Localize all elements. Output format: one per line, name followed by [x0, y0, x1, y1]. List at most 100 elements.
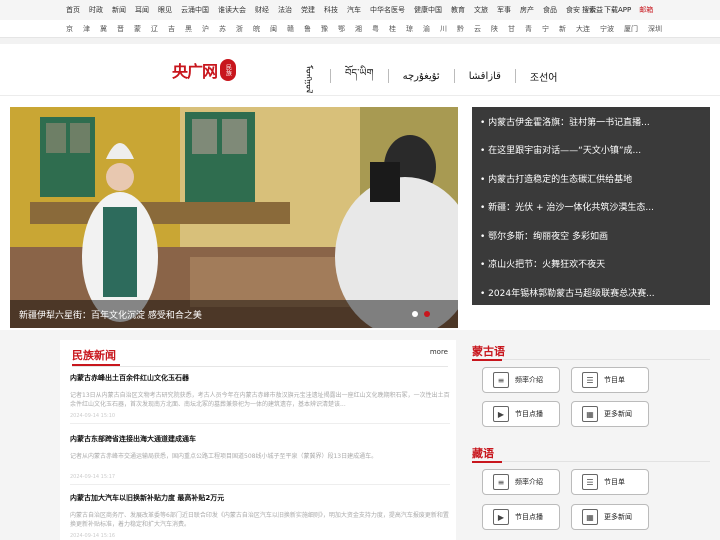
- region-nav-link[interactable]: 吉: [168, 24, 175, 34]
- top-nav-link[interactable]: 科技: [324, 5, 338, 15]
- tibetan-schedule-button[interactable]: ☰ 节目单: [571, 469, 649, 495]
- headline-item[interactable]: • 在这里跟宇宙对话——“天文小镇”成...: [480, 143, 702, 156]
- mongolian-on-demand-button[interactable]: ▶ 节目点播: [482, 401, 560, 427]
- region-nav-link[interactable]: 皖: [253, 24, 260, 34]
- top-nav-link[interactable]: 健康中国: [414, 5, 442, 15]
- headline-item[interactable]: • 新疆：光伏 + 治沙一体化共筑沙漠生态...: [480, 200, 702, 213]
- top-nav-link[interactable]: 时政: [89, 5, 103, 15]
- sliders-icon: ≡: [493, 474, 509, 490]
- region-nav-link[interactable]: 沪: [202, 24, 209, 34]
- top-nav-link[interactable]: 谁读大会: [218, 5, 246, 15]
- region-nav-link[interactable]: 宁: [542, 24, 549, 34]
- tibetan-frequency-button[interactable]: ≡ 频率介绍: [482, 469, 560, 495]
- news-article-title[interactable]: 内蒙古东部跨省连接出海大通道建成通车: [70, 434, 450, 444]
- news-article-title[interactable]: 内蒙古加大汽车以旧换新补贴力度 最高补贴2万元: [70, 493, 450, 503]
- carousel-dot-1[interactable]: [412, 311, 418, 317]
- button-label: 节目点播: [515, 410, 543, 418]
- mongolian-more-news-button[interactable]: ▦ 更多新闻: [571, 401, 649, 427]
- region-nav-link[interactable]: 云: [474, 24, 481, 34]
- headline-list: • 内蒙古伊金霍洛旗：驻村第一书记直播... • 在这里跟宇宙对话——“天文小镇…: [472, 107, 710, 305]
- region-nav-link[interactable]: 豫: [321, 24, 328, 34]
- top-nav-right: 搜索 下载APP 邮箱: [582, 5, 653, 15]
- hero-caption[interactable]: 新疆伊犁六星街：百年文化沉淀 感受和合之美: [19, 308, 202, 321]
- hero-image: [10, 107, 458, 328]
- mongolian-frequency-button[interactable]: ≡ 频率介绍: [482, 367, 560, 393]
- region-nav-link[interactable]: 湘: [355, 24, 362, 34]
- region-nav-link[interactable]: 苏: [219, 24, 226, 34]
- panel-divider: [472, 359, 710, 360]
- region-nav-link[interactable]: 桂: [389, 24, 396, 34]
- region-nav-link[interactable]: 厦门: [624, 24, 638, 34]
- region-nav-link[interactable]: 津: [83, 24, 90, 34]
- region-nav-link[interactable]: 闽: [270, 24, 277, 34]
- top-nav-link[interactable]: 耳闻: [135, 5, 149, 15]
- top-nav-link[interactable]: 党建: [301, 5, 315, 15]
- top-nav-link[interactable]: 汽车: [347, 5, 361, 15]
- headline-item[interactable]: • 凉山火把节：火舞狂欢不夜天: [480, 257, 702, 270]
- carousel-dot-2[interactable]: [424, 311, 430, 317]
- top-nav-link[interactable]: 中华名医号: [370, 5, 405, 15]
- region-nav-link[interactable]: 赣: [287, 24, 294, 34]
- mail-link[interactable]: 邮箱: [639, 5, 653, 15]
- region-nav-link[interactable]: 青: [525, 24, 532, 34]
- region-nav-link[interactable]: 黑: [185, 24, 192, 34]
- region-nav-link[interactable]: 宁波: [600, 24, 614, 34]
- region-nav-link[interactable]: 冀: [100, 24, 107, 34]
- mongolian-schedule-button[interactable]: ☰ 节目单: [571, 367, 649, 393]
- region-nav-link[interactable]: 陕: [491, 24, 498, 34]
- region-nav-link[interactable]: 川: [440, 24, 447, 34]
- lang-tibetan[interactable]: བོད་ཡིག: [345, 62, 374, 90]
- headline-item[interactable]: • 内蒙古伊金霍洛旗：驻村第一书记直播...: [480, 115, 702, 128]
- region-nav-link[interactable]: 琼: [406, 24, 413, 34]
- region-nav-link[interactable]: 鄂: [338, 24, 345, 34]
- top-nav-link[interactable]: 首页: [66, 5, 80, 15]
- region-nav-link[interactable]: 蒙: [134, 24, 141, 34]
- hero-carousel[interactable]: 新疆伊犁六星街：百年文化沉淀 感受和合之美: [10, 107, 458, 328]
- region-nav-link[interactable]: 粤: [372, 24, 379, 34]
- region-nav-link[interactable]: 浙: [236, 24, 243, 34]
- top-nav-link[interactable]: 文旅: [474, 5, 488, 15]
- search-link[interactable]: 搜索: [582, 5, 596, 15]
- button-label: 更多新闻: [604, 513, 632, 521]
- button-label: 节目点播: [515, 513, 543, 521]
- lang-uyghur[interactable]: ئۇيغۇرچە: [403, 71, 440, 82]
- region-nav-link[interactable]: 京: [66, 24, 73, 34]
- news-more-link[interactable]: more: [430, 348, 448, 356]
- region-nav-link[interactable]: 晋: [117, 24, 124, 34]
- region-nav-link[interactable]: 鲁: [304, 24, 311, 34]
- top-nav-link[interactable]: 食品: [543, 5, 557, 15]
- lang-kazakh[interactable]: قازاقشا: [469, 71, 501, 82]
- headline-item[interactable]: • 2024年锡林郭勒蒙古马超级联赛总决赛...: [480, 286, 702, 299]
- region-nav-link[interactable]: 甘: [508, 24, 515, 34]
- top-nav-link[interactable]: 食安: [566, 5, 580, 15]
- region-nav-link[interactable]: 大连: [576, 24, 590, 34]
- news-article-title[interactable]: 内蒙古赤峰出土百余件红山文化玉石器: [70, 373, 450, 383]
- region-nav-link[interactable]: 新: [559, 24, 566, 34]
- top-nav-link[interactable]: 财经: [255, 5, 269, 15]
- region-nav-link[interactable]: 辽: [151, 24, 158, 34]
- region-nav-link[interactable]: 渝: [423, 24, 430, 34]
- news-title-underline: [72, 364, 120, 366]
- region-nav-link[interactable]: 黔: [457, 24, 464, 34]
- download-app-link[interactable]: 下载APP: [604, 5, 631, 15]
- grid-icon: ▦: [582, 406, 598, 422]
- top-nav-link[interactable]: 房产: [520, 5, 534, 15]
- region-nav-bar: 京津冀晋蒙辽吉黑沪苏浙皖闽赣鲁豫鄂湘粤桂琼渝川黔云陕甘青宁新大连 宁波 厦门 深圳: [0, 20, 720, 38]
- site-logo[interactable]: 央广网 民族: [172, 58, 237, 82]
- region-nav-link[interactable]: 深圳: [648, 24, 662, 34]
- top-nav-link[interactable]: 新闻: [112, 5, 126, 15]
- top-nav-link[interactable]: 教育: [451, 5, 465, 15]
- tibetan-more-news-button[interactable]: ▦ 更多新闻: [571, 504, 649, 530]
- top-nav-link[interactable]: 云涌中国: [181, 5, 209, 15]
- news-section-title: 民族新闻: [72, 349, 116, 362]
- top-nav-link[interactable]: 眼见: [158, 5, 172, 15]
- lang-korean[interactable]: 조선어: [530, 69, 558, 84]
- top-nav-link[interactable]: 军事: [497, 5, 511, 15]
- headline-item[interactable]: • 鄂尔多斯：绚丽夜空 多彩如画: [480, 229, 702, 242]
- headline-item[interactable]: • 内蒙古打造稳定的生态碳汇供给基地: [480, 172, 702, 185]
- lang-mongolian[interactable]: ᠮᠣᠩᠭᠣᠯ: [300, 65, 316, 93]
- top-nav-link[interactable]: 法治: [278, 5, 292, 15]
- tibetan-on-demand-button[interactable]: ▶ 节目点播: [482, 504, 560, 530]
- lang-separator: [387, 69, 389, 83]
- logo-text: 央广网: [172, 62, 218, 81]
